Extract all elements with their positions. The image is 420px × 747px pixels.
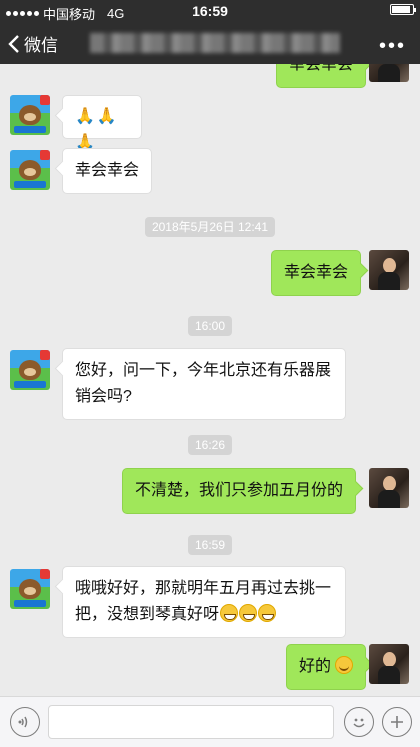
back-button[interactable]: 微信 (8, 31, 58, 56)
more-button[interactable]: ••• (379, 35, 406, 58)
message-text: 🙏🙏🙏 (75, 108, 119, 151)
timestamp: 16:59 (0, 535, 420, 555)
emoji-button[interactable] (344, 707, 374, 737)
message-bubble-outgoing[interactable]: 幸会幸会 (271, 250, 362, 296)
avatar-self[interactable] (369, 468, 409, 508)
message-text: 销会吗? (75, 388, 132, 405)
avatar-self[interactable] (369, 64, 409, 82)
voice-button[interactable] (10, 707, 40, 737)
chevron-left-icon (8, 34, 19, 53)
avatar-self[interactable] (369, 644, 409, 684)
message-input[interactable] (48, 705, 334, 739)
input-bar (0, 696, 420, 747)
grin-emoji-icon (220, 604, 239, 622)
timestamp: 2018年5月26日 12:41 (0, 217, 420, 237)
message-bubble-incoming[interactable]: 哦哦好好，那就明年五月再过去挑一 把，没想到琴真好呀 (62, 566, 346, 638)
message-text: 哦哦好好，那就明年五月再过去挑一 (75, 580, 332, 597)
status-bar: 中国移动 4G 16:59 (0, 0, 420, 22)
message-text: 您好，问一下，今年北京还有乐器展 (75, 362, 332, 379)
message-bubble-incoming[interactable]: 您好，问一下，今年北京还有乐器展 销会吗? (62, 348, 346, 420)
message-bubble-incoming[interactable]: 🙏🙏🙏 (62, 95, 142, 151)
message-text: 幸会幸会 (75, 162, 140, 179)
timestamp: 16:00 (0, 316, 420, 336)
voice-icon (18, 716, 28, 728)
smile-emoji-icon (335, 656, 354, 674)
message-text: 幸会幸会 (284, 264, 349, 281)
battery-icon (390, 4, 416, 15)
plus-icon (391, 716, 403, 728)
avatar-self[interactable] (369, 250, 409, 290)
message-bubble-incoming[interactable]: 幸会幸会 (62, 148, 153, 194)
chat-title-blurred (90, 33, 340, 53)
message-bubble-outgoing[interactable]: 好的 (286, 644, 367, 690)
clock: 16:59 (192, 3, 228, 19)
chat-header: 微信 ••• (0, 22, 420, 64)
plus-button[interactable] (382, 707, 412, 737)
grin-emoji-icon (258, 604, 277, 622)
emoji-icon (353, 718, 365, 728)
message-text: 把，没想到琴真好呀 (75, 606, 220, 623)
grin-emoji-icon (239, 604, 258, 622)
avatar-contact[interactable] (10, 150, 50, 190)
avatar-contact[interactable] (10, 569, 50, 609)
message-text: 不清楚，我们只参加五月份的 (135, 482, 344, 499)
timestamp: 16:26 (0, 435, 420, 455)
back-label: 微信 (24, 36, 58, 55)
message-bubble-outgoing[interactable]: 不清楚，我们只参加五月份的 (122, 468, 357, 514)
message-bubble-outgoing[interactable]: 幸会幸会 (276, 64, 367, 88)
avatar-contact[interactable] (10, 95, 50, 135)
message-text: 好的 (299, 658, 332, 675)
message-list[interactable]: 幸会幸会 🙏🙏🙏 幸会幸会 2018年5月26日 12:41 幸会幸会 16:0… (0, 64, 420, 696)
message-text: 幸会幸会 (289, 64, 354, 73)
avatar-contact[interactable] (10, 350, 50, 390)
